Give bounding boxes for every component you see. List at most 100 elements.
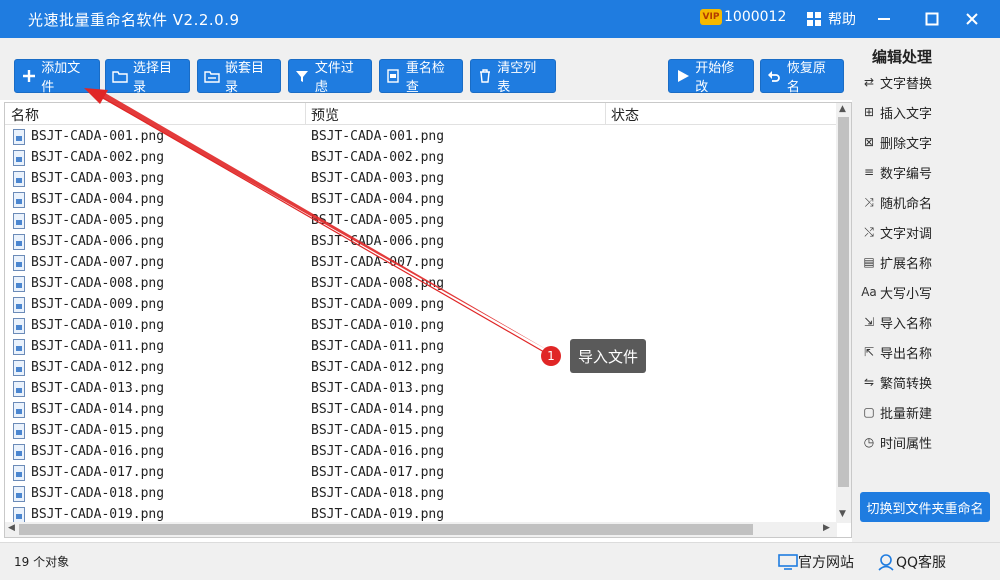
- file-name-cell: BSJT-CADA-018.png: [31, 486, 165, 501]
- sidebar-item-time[interactable]: ◷ 时间属性: [860, 428, 994, 456]
- help-button[interactable]: 帮助: [806, 9, 856, 29]
- table-row[interactable]: BSJT-CADA-004.png BSJT-CADA-004.png: [5, 190, 837, 211]
- image-file-icon: [13, 444, 25, 460]
- sidebar-item-random[interactable]: ⤨ 随机命名: [860, 188, 994, 216]
- table-row[interactable]: BSJT-CADA-005.png BSJT-CADA-005.png: [5, 211, 837, 232]
- scroll-down-icon[interactable]: ▼: [839, 509, 846, 519]
- scroll-right-icon[interactable]: ▶: [823, 523, 830, 533]
- column-divider[interactable]: [305, 103, 306, 125]
- add-files-label: 添加文件: [41, 61, 81, 95]
- replace-icon: ⇄: [863, 75, 875, 89]
- number-icon: ≡: [863, 165, 875, 179]
- close-icon: [966, 13, 978, 25]
- restore-name-button[interactable]: 恢复原名: [760, 59, 844, 95]
- scroll-up-icon[interactable]: ▲: [839, 104, 846, 114]
- sidebar-item-export[interactable]: ⇱ 导出名称: [860, 338, 994, 366]
- sidebar-item-delete[interactable]: ⊠ 删除文字: [860, 128, 994, 156]
- preview-name-cell: BSJT-CADA-014.png: [311, 402, 445, 417]
- help-grid-icon: [807, 12, 821, 26]
- image-file-icon: [13, 129, 25, 145]
- col-status-header[interactable]: 状态: [611, 105, 639, 125]
- monitor-icon: [778, 554, 798, 570]
- file-name-cell: BSJT-CADA-014.png: [31, 402, 165, 417]
- switch-folder-rename-button[interactable]: 切换到文件夹重命名: [860, 492, 990, 522]
- image-file-icon: [13, 213, 25, 229]
- image-file-icon: [13, 360, 25, 376]
- table-row[interactable]: BSJT-CADA-010.png BSJT-CADA-010.png: [5, 316, 837, 337]
- sidebar-item-new[interactable]: ▢ 批量新建: [860, 398, 994, 426]
- sidebar-item-label: 数字编号: [880, 166, 933, 182]
- horizontal-scroll-thumb[interactable]: [19, 524, 753, 535]
- filter-icon: [295, 68, 310, 84]
- sidebar-item-replace[interactable]: ⇄ 文字替换: [860, 68, 994, 96]
- table-row[interactable]: BSJT-CADA-001.png BSJT-CADA-001.png: [5, 127, 837, 148]
- add-files-button[interactable]: 添加文件: [14, 59, 100, 95]
- minimize-button[interactable]: [871, 6, 897, 32]
- sidebar-item-import[interactable]: ⇲ 导入名称: [860, 308, 994, 336]
- preview-name-cell: BSJT-CADA-013.png: [311, 381, 445, 396]
- table-row[interactable]: BSJT-CADA-018.png BSJT-CADA-018.png: [5, 484, 837, 505]
- shuffle-icon: ⤨: [864, 194, 874, 209]
- close-button[interactable]: [959, 6, 985, 32]
- vip-account[interactable]: VIP 1000012: [700, 9, 786, 25]
- vertical-scrollbar[interactable]: ▲ ▼: [836, 103, 851, 523]
- file-list[interactable]: 名称 预览 状态 BSJT-CADA-001.png BSJT-CADA-001.…: [4, 102, 852, 538]
- file-name-cell: BSJT-CADA-008.png: [31, 276, 165, 291]
- image-file-icon: [13, 423, 25, 439]
- sidebar-item-convert[interactable]: ⇋ 繁简转换: [860, 368, 994, 396]
- vertical-scroll-thumb[interactable]: [838, 117, 849, 487]
- table-row[interactable]: BSJT-CADA-006.png BSJT-CADA-006.png: [5, 232, 837, 253]
- preview-name-cell: BSJT-CADA-017.png: [311, 465, 445, 480]
- sidebar-item-swap[interactable]: ⤭ 文字对调: [860, 218, 994, 246]
- table-row[interactable]: BSJT-CADA-016.png BSJT-CADA-016.png: [5, 442, 837, 463]
- table-row[interactable]: BSJT-CADA-014.png BSJT-CADA-014.png: [5, 400, 837, 421]
- file-filter-button[interactable]: 文件过虑: [288, 59, 372, 95]
- image-file-icon: [13, 150, 25, 166]
- image-file-icon: [13, 255, 25, 271]
- clear-list-label: 清空列表: [497, 61, 537, 95]
- clear-list-button[interactable]: 清空列表: [470, 59, 556, 95]
- table-row[interactable]: BSJT-CADA-011.png BSJT-CADA-011.png: [5, 337, 837, 358]
- select-dir-button[interactable]: 选择目录: [105, 59, 190, 95]
- case-icon: Aa: [861, 285, 877, 299]
- col-preview-header[interactable]: 预览: [311, 105, 339, 125]
- nested-dir-button[interactable]: 嵌套目录: [197, 59, 281, 95]
- table-row[interactable]: BSJT-CADA-003.png BSJT-CADA-003.png: [5, 169, 837, 190]
- image-file-icon: [13, 339, 25, 355]
- title-bar: 光速批量重命名软件 V2.2.0.9 VIP 1000012 帮助: [0, 0, 1000, 38]
- file-name-cell: BSJT-CADA-012.png: [31, 360, 165, 375]
- table-row[interactable]: BSJT-CADA-017.png BSJT-CADA-017.png: [5, 463, 837, 484]
- vip-badge-icon: VIP: [700, 9, 722, 25]
- column-divider[interactable]: [605, 103, 606, 125]
- table-row[interactable]: BSJT-CADA-002.png BSJT-CADA-002.png: [5, 148, 837, 169]
- preview-name-cell: BSJT-CADA-012.png: [311, 360, 445, 375]
- col-name-header[interactable]: 名称: [11, 105, 39, 125]
- sidebar-item-number[interactable]: ≡ 数字编号: [860, 158, 994, 186]
- preview-name-cell: BSJT-CADA-003.png: [311, 171, 445, 186]
- table-row[interactable]: BSJT-CADA-007.png BSJT-CADA-007.png: [5, 253, 837, 274]
- sidebar-item-extension[interactable]: ▤ 扩展名称: [860, 248, 994, 276]
- table-row[interactable]: BSJT-CADA-012.png BSJT-CADA-012.png: [5, 358, 837, 379]
- toolbar: 添加文件 选择目录 嵌套目录 文件过虑 重名检查 清空列表 开始修改 恢复原名: [0, 38, 852, 100]
- sidebar-item-insert[interactable]: ⊞ 插入文字: [860, 98, 994, 126]
- image-file-icon: [13, 171, 25, 187]
- file-name-cell: BSJT-CADA-010.png: [31, 318, 165, 333]
- image-file-icon: [13, 381, 25, 397]
- qq-service-link[interactable]: QQ客服: [876, 552, 946, 572]
- table-row[interactable]: BSJT-CADA-015.png BSJT-CADA-015.png: [5, 421, 837, 442]
- table-row[interactable]: BSJT-CADA-008.png BSJT-CADA-008.png: [5, 274, 837, 295]
- dup-check-button[interactable]: 重名检查: [379, 59, 463, 95]
- image-file-icon: [13, 486, 25, 502]
- delete-text-icon: ⊠: [863, 135, 875, 149]
- scroll-left-icon[interactable]: ◀: [8, 523, 15, 533]
- start-modify-button[interactable]: 开始修改: [668, 59, 754, 95]
- insert-icon: ⊞: [863, 105, 875, 119]
- maximize-button[interactable]: [919, 6, 945, 32]
- table-row[interactable]: BSJT-CADA-013.png BSJT-CADA-013.png: [5, 379, 837, 400]
- table-row[interactable]: BSJT-CADA-009.png BSJT-CADA-009.png: [5, 295, 837, 316]
- horizontal-scrollbar[interactable]: ◀ ▶: [5, 522, 837, 537]
- official-site-link[interactable]: 官方网站: [778, 552, 854, 572]
- sidebar-item-case[interactable]: Aa 大写小写: [860, 278, 994, 306]
- qq-service-label: QQ客服: [896, 555, 947, 571]
- new-icon: ▢: [863, 405, 875, 419]
